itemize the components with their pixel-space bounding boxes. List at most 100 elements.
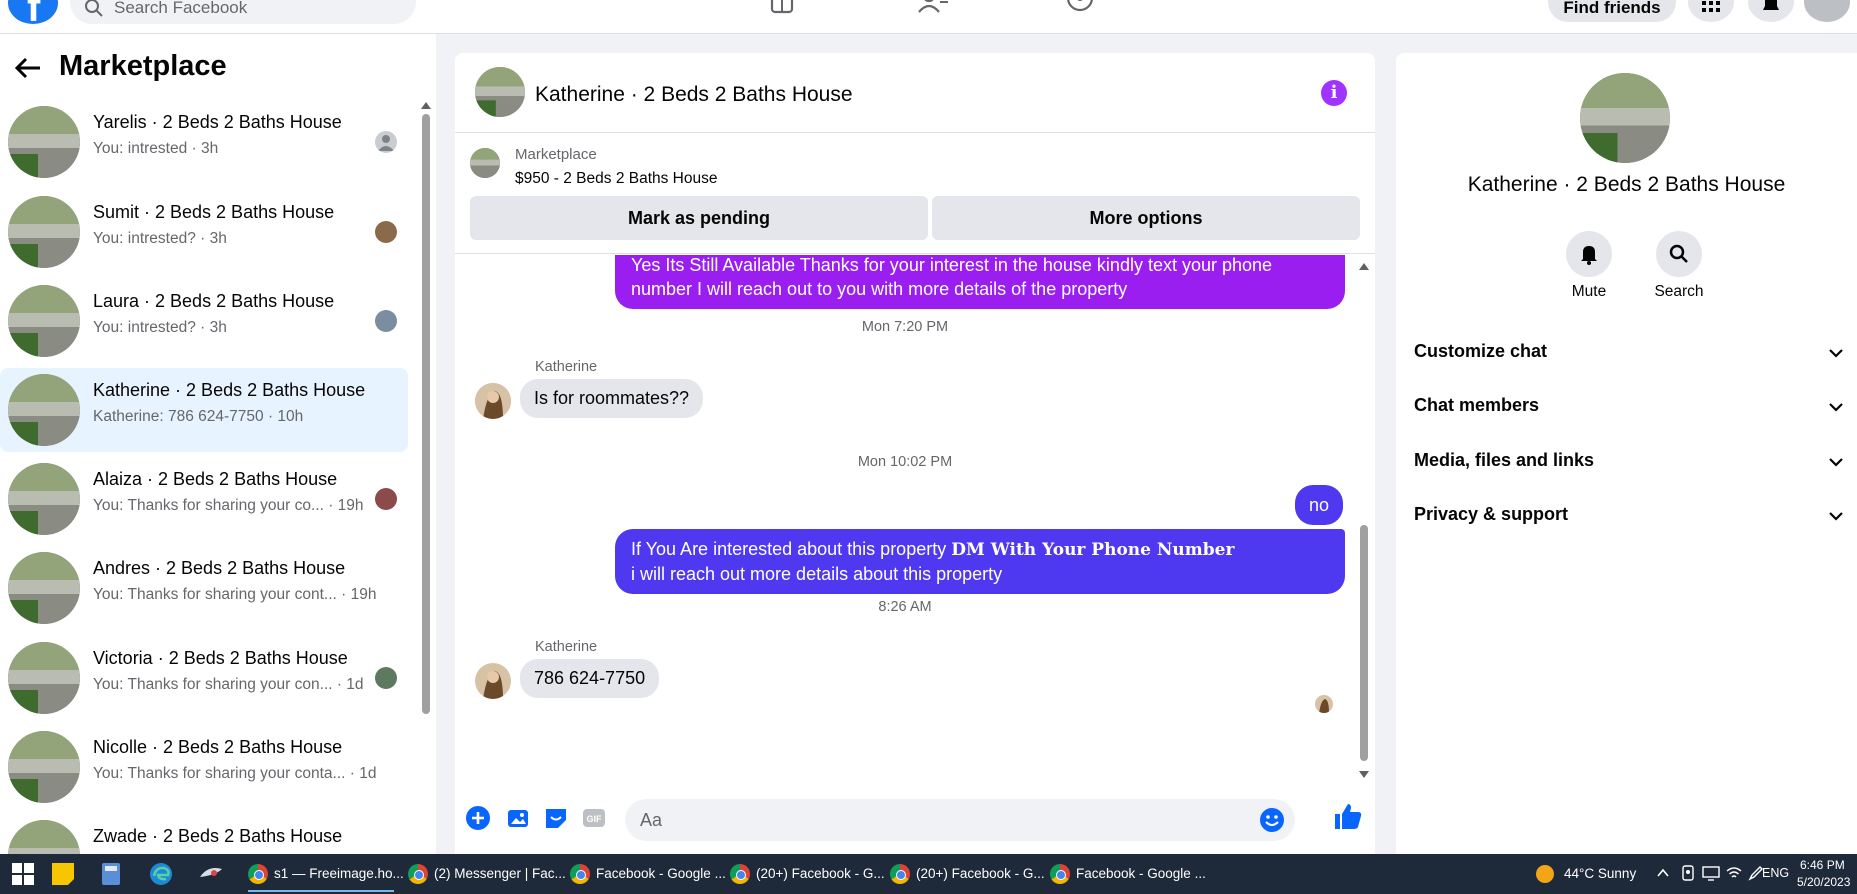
thumbs-up-icon[interactable] [1333, 801, 1363, 831]
camera-icon[interactable] [1680, 865, 1696, 881]
conversation-item[interactable]: Alaiza · 2 Beds 2 Baths House You: Thank… [0, 457, 408, 541]
sender-avatar[interactable] [475, 663, 511, 699]
chat-header: Katherine · 2 Beds 2 Baths House i [455, 53, 1375, 133]
chat-avatar[interactable] [475, 67, 525, 117]
attach-photo-icon[interactable] [505, 805, 531, 831]
facebook-logo[interactable]: f [8, 0, 58, 30]
chevron-up-icon[interactable] [1656, 866, 1670, 880]
chevron-down-icon [1829, 458, 1843, 467]
back-arrow-icon[interactable] [14, 56, 42, 80]
sticky-notes-icon[interactable] [50, 861, 76, 887]
conversation-name: Alaiza · 2 Beds 2 Baths House [93, 469, 338, 489]
windows-start-icon[interactable] [10, 861, 36, 887]
taskbar-app[interactable]: Facebook - Google ... [570, 856, 726, 892]
incoming-message[interactable]: Is for roommates?? [520, 379, 704, 418]
scroll-up-arrow-icon[interactable] [1359, 263, 1369, 270]
chat-panel: Katherine · 2 Beds 2 Baths House i Marke… [455, 53, 1375, 854]
conversation-details-panel: Katherine · 2 Beds 2 Baths House Mute Se… [1396, 53, 1857, 854]
chevron-down-icon [1829, 512, 1843, 521]
account-avatar[interactable] [1804, 0, 1850, 22]
message-input[interactable]: Aa [625, 799, 1295, 841]
wifi-icon[interactable] [1726, 865, 1742, 881]
customize-chat-section[interactable]: Customize chat [1414, 333, 1844, 373]
conversation-item[interactable]: Andres · 2 Beds 2 Baths House You: Thank… [0, 546, 408, 630]
incoming-message[interactable]: 786 624-7750 [520, 659, 660, 698]
scrollbar-thumb[interactable] [1360, 525, 1368, 761]
clock-date[interactable]: 5/20/2023 [1797, 875, 1850, 889]
chevron-down-icon [1829, 349, 1843, 358]
seen-receipt-avatar [1315, 695, 1333, 713]
listing-thumbnail [8, 106, 80, 178]
language-indicator[interactable]: ENG [1762, 866, 1789, 880]
more-options-button[interactable]: More options [932, 196, 1360, 240]
scrollbar-thumb[interactable] [422, 114, 430, 714]
message-thread: Yes Its Still Available Thanks for your … [455, 255, 1375, 785]
clock-time[interactable]: 6:46 PM [1800, 858, 1845, 872]
conversation-preview: You: intrested? · 3h [93, 230, 227, 247]
search-in-conversation-button[interactable]: Search [1644, 231, 1714, 301]
edge-browser-icon[interactable] [148, 861, 174, 887]
buyer-avatar [375, 310, 397, 332]
sticker-icon[interactable] [543, 805, 569, 831]
sender-avatar[interactable] [475, 383, 511, 419]
mark-as-pending-button[interactable]: Mark as pending [470, 196, 928, 240]
taskbar-app[interactable]: (2) Messenger | Fac... [408, 856, 566, 892]
weather-text[interactable]: 44°C Sunny [1564, 866, 1636, 881]
search-facebook-input[interactable]: Search Facebook [70, 0, 416, 24]
conversation-item-active[interactable]: Katherine · 2 Beds 2 Baths House Katheri… [0, 368, 408, 452]
display-icon[interactable] [1702, 865, 1720, 881]
conversation-item[interactable]: Nicolle · 2 Beds 2 Baths House You: Than… [0, 725, 408, 809]
conversation-preview: Katherine: 786 624-7750 · 10h [93, 408, 304, 425]
menu-button[interactable] [1688, 0, 1734, 22]
privacy-support-section[interactable]: Privacy & support [1414, 496, 1844, 536]
gif-icon[interactable]: GIF [581, 805, 607, 831]
scroll-up-arrow-icon[interactable] [421, 102, 431, 109]
outgoing-message[interactable]: no [1295, 485, 1344, 525]
scroll-down-arrow-icon[interactable] [1359, 771, 1369, 778]
conversation-item[interactable]: Sumit · 2 Beds 2 Baths House You: intres… [0, 190, 408, 274]
search-icon [1669, 244, 1688, 263]
mute-button[interactable]: Mute [1554, 231, 1624, 301]
taskbar-app[interactable]: (20+) Facebook - G... [730, 856, 885, 892]
listing-thumbnail [8, 374, 80, 446]
conversation-name: Sumit · 2 Beds 2 Baths House [93, 202, 335, 222]
chat-title[interactable]: Katherine · 2 Beds 2 Baths House [535, 83, 853, 107]
conversation-item[interactable]: Laura · 2 Beds 2 Baths House You: intres… [0, 279, 408, 363]
taskbar-app[interactable]: (20+) Facebook - G... [890, 856, 1045, 892]
sidebar-title: Marketplace [59, 50, 227, 82]
conversation-item[interactable]: Victoria · 2 Beds 2 Baths House You: Tha… [0, 636, 408, 720]
menu-grid-icon [1702, 1, 1720, 12]
conversation-item[interactable]: Yarelis · 2 Beds 2 Baths House You: intr… [0, 100, 408, 184]
friends-icon[interactable] [916, 0, 950, 16]
conversation-item[interactable]: Zwade · 2 Beds 2 Baths House [0, 814, 408, 854]
taskbar-app[interactable]: s1 — Freeimage.ho... [248, 856, 404, 892]
sidebar-scrollbar[interactable] [420, 100, 432, 854]
weather-sun-icon[interactable] [1534, 863, 1556, 885]
timestamp: 8:26 AM [878, 599, 932, 615]
emoji-icon[interactable] [1259, 807, 1285, 833]
outgoing-message[interactable]: Yes Its Still Available Thanks for your … [615, 255, 1345, 309]
app-icon[interactable] [198, 861, 224, 887]
listing-title[interactable]: $950 - 2 Beds 2 Baths House [515, 170, 718, 188]
calculator-icon[interactable] [98, 861, 124, 887]
add-plus-icon[interactable] [465, 805, 491, 831]
listing-thumbnail[interactable] [470, 148, 500, 178]
find-friends-button[interactable]: Find friends [1548, 0, 1676, 22]
media-files-links-section[interactable]: Media, files and links [1414, 442, 1844, 482]
notifications-button[interactable] [1748, 0, 1794, 22]
chat-members-section[interactable]: Chat members [1414, 387, 1844, 427]
windows-taskbar: s1 — Freeimage.ho... (2) Messenger | Fac… [0, 854, 1857, 894]
listing-thumbnail [8, 820, 80, 854]
outgoing-message[interactable]: If You Are interested about this propert… [615, 529, 1345, 594]
taskbar-app[interactable]: Facebook - Google ... [1050, 856, 1206, 892]
listing-thumbnail [8, 552, 80, 624]
notifications-icon [1763, 0, 1779, 10]
info-icon[interactable]: i [1321, 80, 1347, 106]
sidebar-header: Marketplace [0, 48, 436, 88]
svg-text:GIF: GIF [587, 814, 603, 824]
conversation-name: Katherine · 2 Beds 2 Baths House [93, 380, 366, 400]
home-icon[interactable] [765, 0, 799, 16]
groups-icon[interactable] [1063, 0, 1097, 16]
message-scrollbar[interactable] [1357, 255, 1371, 785]
profile-avatar[interactable] [1580, 73, 1670, 163]
